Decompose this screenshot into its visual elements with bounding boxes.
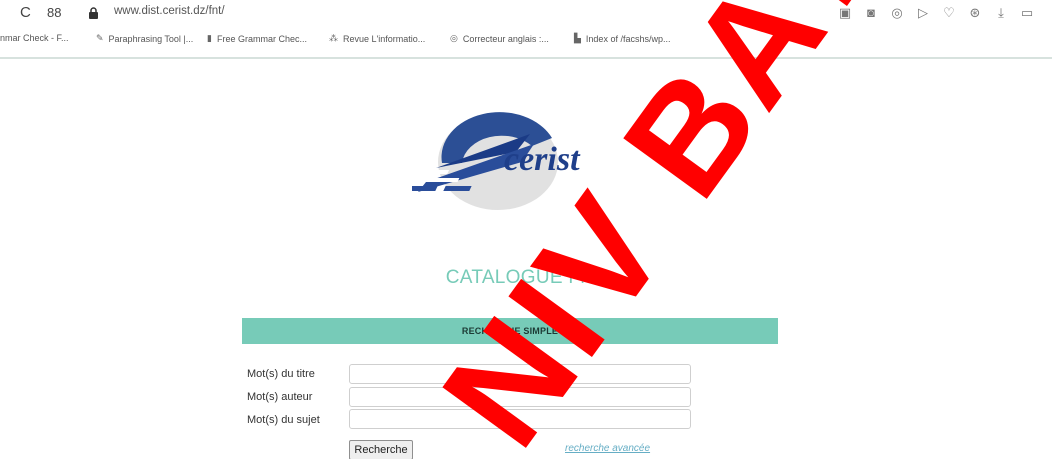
globe-icon: ◎ xyxy=(450,33,458,43)
bookmark-item[interactable]: ◎ Correcteur anglais :... xyxy=(450,33,549,44)
bookmarks-bar: nmar Check - F... ✎ Paraphrasing Tool |.… xyxy=(0,30,1052,50)
bookmark-icon: ▮ xyxy=(207,33,212,43)
bookmark-item[interactable]: ▮ Free Grammar Chec... xyxy=(207,33,307,44)
battery-icon[interactable]: ▭ xyxy=(1020,3,1034,23)
screenshot-icon[interactable]: ◙ xyxy=(864,3,878,23)
reader-icon[interactable]: ▣ xyxy=(838,3,852,23)
bookmark-label: Correcteur anglais :... xyxy=(462,33,549,44)
bookmark-label: Index of /facshs/wp... xyxy=(585,33,671,44)
bookmark-label: Paraphrasing Tool |... xyxy=(108,33,194,44)
bookmark-item[interactable]: ✎ Paraphrasing Tool |... xyxy=(96,33,193,44)
file-icon: ▙ xyxy=(574,33,581,43)
play-icon[interactable]: ▷ xyxy=(916,3,930,23)
search-button[interactable]: Recherche xyxy=(349,440,413,459)
bookmark-label: nmar Check - F... xyxy=(0,33,69,43)
reload-icon[interactable]: C xyxy=(20,2,31,24)
tab-grid-icon[interactable]: 88 xyxy=(47,2,61,24)
browser-toolbar: ▣ ◙ ◎ ▷ ♡ ⊛ ⤓ ▭ xyxy=(838,3,1034,23)
toolbar-divider xyxy=(0,57,1052,59)
cerist-logo: cerist xyxy=(412,112,581,210)
author-input[interactable] xyxy=(349,387,691,407)
url-field[interactable]: www.dist.cerist.dz/fnt/ xyxy=(114,5,225,17)
download-icon[interactable]: ⤓ xyxy=(994,3,1008,23)
page-title: CATALOGUE FNT xyxy=(445,267,607,288)
title-label: Mot(s) du titre xyxy=(247,368,315,380)
subject-label: Mot(s) du sujet xyxy=(247,414,320,426)
author-label: Mot(s) auteur xyxy=(247,391,313,403)
pencil-icon: ✎ xyxy=(96,33,104,43)
bookmark-item[interactable]: ▙ Index of /facshs/wp... xyxy=(574,33,670,44)
advanced-search-link[interactable]: recherche avancée xyxy=(565,443,650,454)
logo-wordmark: cerist xyxy=(504,141,581,178)
bookmark-item[interactable]: nmar Check - F... xyxy=(0,33,69,43)
cube-icon[interactable]: ⊛ xyxy=(968,3,982,23)
bookmark-label: Revue L'informatio... xyxy=(343,33,426,44)
record-icon[interactable]: ◎ xyxy=(890,3,904,23)
bookmark-item[interactable]: ⁂ Revue L'informatio... xyxy=(329,33,425,44)
revue-icon: ⁂ xyxy=(329,33,338,43)
address-bar: C 88 www.dist.cerist.dz/fnt/ ▣ ◙ ◎ ▷ ♡ ⊛… xyxy=(0,0,1052,28)
bookmark-label: Free Grammar Chec... xyxy=(216,33,307,44)
lock-icon xyxy=(88,2,99,27)
subject-input[interactable] xyxy=(349,409,691,429)
title-input[interactable] xyxy=(349,364,691,384)
heart-icon[interactable]: ♡ xyxy=(942,3,956,23)
search-header: RECHERCHE SIMPLE xyxy=(242,318,778,344)
